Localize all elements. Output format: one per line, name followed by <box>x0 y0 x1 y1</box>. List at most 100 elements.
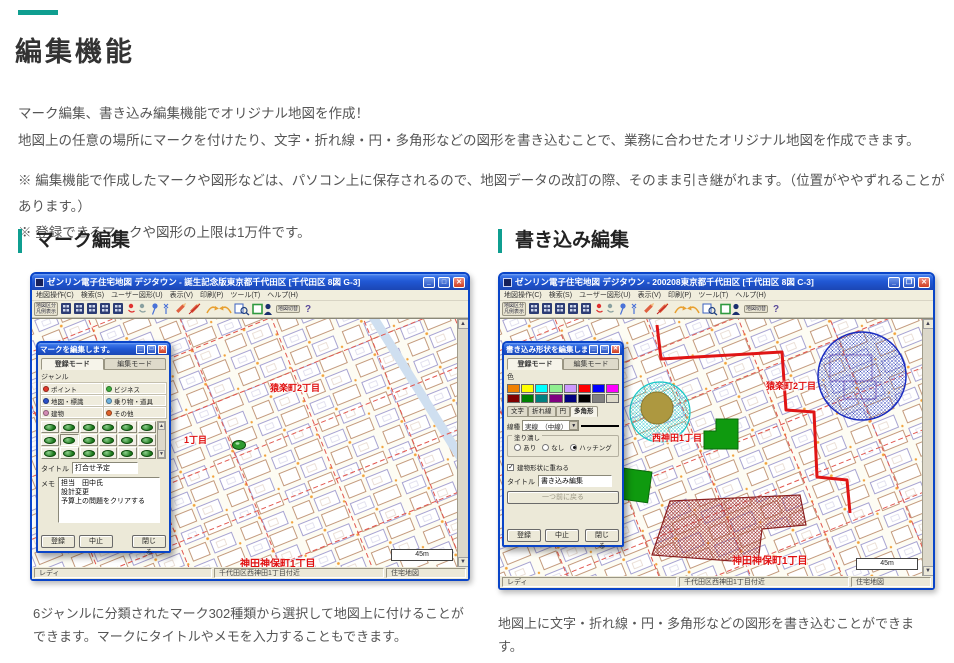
drawn-circle-olive[interactable] <box>641 392 673 424</box>
genre-vehicle-tool[interactable]: 乗り物・道具 <box>104 395 166 406</box>
pencil-icon[interactable] <box>176 302 187 313</box>
tab-edit-mode[interactable]: 編集モード <box>104 358 167 370</box>
mark-button[interactable] <box>138 434 156 446</box>
walk-gray-icon[interactable] <box>140 304 146 312</box>
mark-grid-scrollbar[interactable]: ▲ ▼ <box>157 421 166 459</box>
mark-button[interactable] <box>99 434 117 446</box>
mark-button-selected[interactable] <box>60 434 78 446</box>
mark-button[interactable] <box>118 434 136 446</box>
map-canvas-mark[interactable]: 猿楽町2丁目 1丁目 神田神保町1丁目 45m ▲ ▼ マークを編集します。 _… <box>32 318 468 567</box>
color-swatch[interactable] <box>592 394 605 403</box>
drawn-rect-green[interactable] <box>620 468 652 503</box>
menu-map-ops[interactable]: 地図操作(C) <box>36 290 74 300</box>
color-swatch[interactable] <box>564 394 577 403</box>
tool-icon[interactable] <box>632 304 636 314</box>
area-select-icon[interactable] <box>253 305 262 314</box>
menu-tools[interactable]: ツール(T) <box>230 290 260 300</box>
walk-red-icon[interactable] <box>129 304 135 312</box>
drawn-circle-navy-hatched[interactable] <box>818 332 906 420</box>
color-swatch[interactable] <box>549 394 562 403</box>
scroll-up-icon[interactable]: ▲ <box>158 422 165 430</box>
tab-polygon[interactable]: 多角形 <box>570 406 598 417</box>
genre-map-sign[interactable]: 地図・標識 <box>41 395 103 406</box>
mark-title-input[interactable] <box>72 462 138 474</box>
menu-print[interactable]: 印刷(P) <box>668 290 691 300</box>
color-swatch[interactable] <box>606 384 619 393</box>
tab-register-mode[interactable]: 登録モード <box>507 358 563 370</box>
mark-button[interactable] <box>118 447 136 459</box>
placed-mark[interactable] <box>233 441 246 450</box>
mark-button[interactable] <box>60 447 78 459</box>
register-button[interactable]: 登録 <box>41 535 75 548</box>
map-legend-toggle-button[interactable]: 地図区分 凡例表示 <box>34 302 58 316</box>
scroll-down-icon[interactable]: ▼ <box>458 557 469 567</box>
close-dialog-button[interactable]: 閉じる <box>585 529 619 542</box>
menu-search[interactable]: 検索(S) <box>81 290 104 300</box>
dialog-titlebar[interactable]: 書き込み形状を編集します。 _ □ ✕ <box>504 343 622 355</box>
dialog-maximize-button[interactable]: □ <box>600 345 609 354</box>
walk-red-icon[interactable] <box>597 304 603 312</box>
cancel-button[interactable]: 中止 <box>545 529 579 542</box>
close-button[interactable]: ✕ <box>918 277 930 288</box>
dialog-close-button[interactable]: ✕ <box>611 345 620 354</box>
fill-option-yes[interactable]: あり <box>514 442 536 452</box>
mark-button[interactable] <box>41 447 59 459</box>
chevron-down-icon[interactable]: ▼ <box>569 421 578 430</box>
help-button[interactable]: ? <box>303 304 313 315</box>
menu-search[interactable]: 検索(S) <box>549 290 572 300</box>
tab-text[interactable]: 文字 <box>507 406 528 417</box>
menu-help[interactable]: ヘルプ(H) <box>267 290 298 300</box>
mark-button[interactable] <box>118 421 136 433</box>
titlebar[interactable]: ゼンリン電子住宅地図 デジタウン - 誕生記念版東京都千代田区 [千代田区 8図… <box>32 274 468 290</box>
mark-button[interactable] <box>60 421 78 433</box>
scroll-up-icon[interactable]: ▲ <box>923 319 934 329</box>
genre-other[interactable]: その他 <box>104 407 166 418</box>
menu-tools[interactable]: ツール(T) <box>698 290 728 300</box>
fill-option-hatching[interactable]: ハッチング <box>570 442 612 452</box>
dialog-minimize-button[interactable]: _ <box>136 345 145 354</box>
close-dialog-button[interactable]: 閉じる <box>132 535 166 548</box>
dialog-close-button[interactable]: ✕ <box>158 345 167 354</box>
color-swatch[interactable] <box>507 384 520 393</box>
map-zoom-icon[interactable] <box>703 304 717 315</box>
fill-option-no[interactable]: なし <box>542 442 564 452</box>
scroll-down-icon[interactable]: ▼ <box>158 450 165 458</box>
mark-button[interactable] <box>138 421 156 433</box>
color-swatch[interactable] <box>578 384 591 393</box>
draw-title-input[interactable] <box>538 475 612 487</box>
minimize-button[interactable]: _ <box>423 277 435 288</box>
mark-button[interactable] <box>41 434 59 446</box>
color-swatch[interactable] <box>521 394 534 403</box>
tab-circle[interactable]: 円 <box>556 406 571 417</box>
tab-edit-mode[interactable]: 編集モード <box>563 358 619 370</box>
mark-button[interactable] <box>80 421 98 433</box>
tab-register-mode[interactable]: 登録モード <box>41 358 104 370</box>
menu-help[interactable]: ヘルプ(H) <box>735 290 766 300</box>
pencil-erase-icon[interactable] <box>657 302 669 314</box>
user-icon[interactable] <box>732 304 740 315</box>
map-switch-button[interactable]: 地図切替 <box>276 305 300 313</box>
color-swatch[interactable] <box>521 384 534 393</box>
building-search-icons[interactable] <box>529 303 591 314</box>
dialog-maximize-button[interactable]: □ <box>147 345 156 354</box>
pin-icon[interactable] <box>620 303 625 314</box>
help-button[interactable]: ? <box>771 304 781 315</box>
menu-user-shapes[interactable]: ユーザー図形(U) <box>579 290 631 300</box>
mark-button[interactable] <box>99 421 117 433</box>
color-swatch[interactable] <box>535 384 548 393</box>
mark-button[interactable] <box>138 447 156 459</box>
area-select-icon[interactable] <box>721 305 730 314</box>
mark-button[interactable] <box>41 421 59 433</box>
scroll-up-icon[interactable]: ▲ <box>458 319 469 329</box>
genre-business[interactable]: ビジネス <box>104 383 166 394</box>
scroll-down-icon[interactable]: ▼ <box>923 566 934 576</box>
color-swatch[interactable] <box>564 384 577 393</box>
cancel-button[interactable]: 中止 <box>79 535 113 548</box>
color-swatch[interactable] <box>606 394 619 403</box>
walk-gray-icon[interactable] <box>608 304 614 312</box>
map-vertical-scrollbar[interactable]: ▲ ▼ <box>457 319 468 567</box>
titlebar[interactable]: ゼンリン電子住宅地図 デジタウン - 200208東京都千代田区 [千代田区 8… <box>500 274 933 290</box>
map-switch-button[interactable]: 地図切替 <box>744 305 768 313</box>
mark-button[interactable] <box>99 447 117 459</box>
curve-forward-icon[interactable] <box>207 306 219 313</box>
